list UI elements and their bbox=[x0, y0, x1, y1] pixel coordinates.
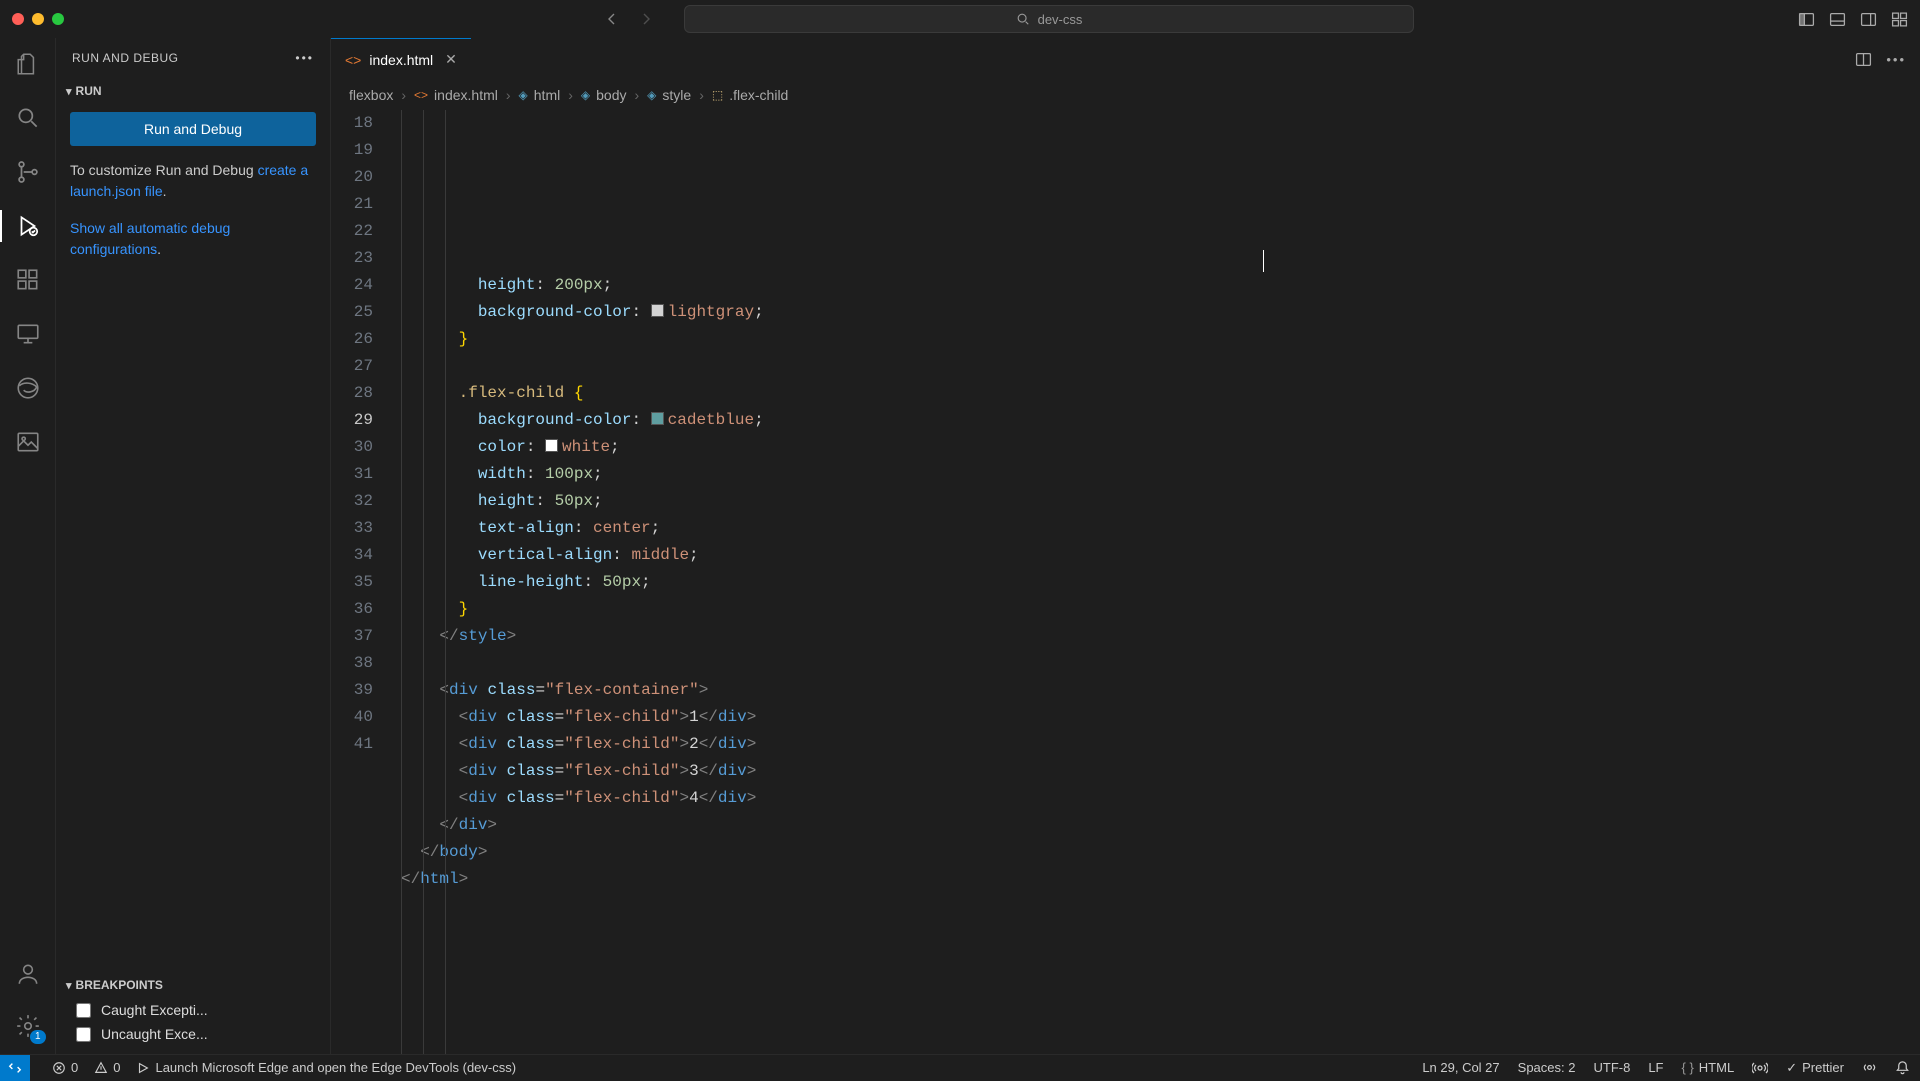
image-icon[interactable] bbox=[8, 426, 48, 458]
eol[interactable]: LF bbox=[1648, 1060, 1663, 1075]
close-window-button[interactable] bbox=[12, 13, 24, 25]
titlebar: dev-css bbox=[0, 0, 1920, 38]
status-bar: 0 0 Launch Microsoft Edge and open the E… bbox=[0, 1054, 1920, 1080]
remote-indicator[interactable] bbox=[0, 1055, 30, 1081]
sidebar-title: RUN AND DEBUG bbox=[72, 51, 179, 65]
chevron-down-icon: ▾ bbox=[66, 85, 72, 98]
show-configs-link[interactable]: Show all automatic debug configurations bbox=[70, 220, 230, 257]
maximize-window-button[interactable] bbox=[52, 13, 64, 25]
customize-text: To customize Run and Debug create a laun… bbox=[56, 160, 330, 202]
close-tab-icon[interactable]: ✕ bbox=[445, 51, 457, 68]
edge-tools-icon[interactable] bbox=[8, 372, 48, 404]
crumb-style[interactable]: ◈style bbox=[647, 87, 691, 103]
customize-layout-icon[interactable] bbox=[1891, 11, 1908, 28]
forward-icon[interactable] bbox=[638, 11, 654, 27]
customize-prefix: To customize Run and Debug bbox=[70, 162, 258, 178]
indentation[interactable]: Spaces: 2 bbox=[1518, 1060, 1576, 1075]
cursor-position[interactable]: Ln 29, Col 27 bbox=[1422, 1060, 1499, 1075]
search-icon[interactable] bbox=[8, 102, 48, 134]
chevron-right-icon: › bbox=[699, 87, 704, 103]
encoding[interactable]: UTF-8 bbox=[1593, 1060, 1630, 1075]
sidebar: RUN AND DEBUG ••• ▾ RUN Run and Debug To… bbox=[56, 38, 331, 1054]
chevron-right-icon: › bbox=[568, 87, 573, 103]
remote-explorer-icon[interactable] bbox=[8, 318, 48, 350]
more-actions-icon[interactable]: ••• bbox=[1886, 52, 1906, 67]
breakpoint-uncaught[interactable]: Uncaught Exce... bbox=[56, 1022, 330, 1046]
run-section-label: RUN bbox=[76, 84, 102, 98]
language-mode[interactable]: { }HTML bbox=[1682, 1060, 1735, 1075]
search-text: dev-css bbox=[1038, 12, 1083, 27]
crumb-body[interactable]: ◈body bbox=[581, 87, 627, 103]
run-debug-icon[interactable] bbox=[8, 210, 48, 242]
crumb-file[interactable]: <>index.html bbox=[414, 87, 498, 103]
breakpoint-uncaught-label: Uncaught Exce... bbox=[101, 1026, 208, 1042]
command-center-search[interactable]: dev-css bbox=[684, 5, 1414, 33]
html-file-icon: <> bbox=[345, 52, 361, 68]
notifications-icon[interactable] bbox=[1895, 1060, 1910, 1075]
line-number-gutter: 1819202122232425262728293031323334353637… bbox=[331, 110, 401, 1054]
chevron-right-icon: › bbox=[506, 87, 511, 103]
code-content[interactable]: height: 200px; background-color: lightgr… bbox=[401, 110, 1920, 1054]
minimize-window-button[interactable] bbox=[32, 13, 44, 25]
settings-gear-icon[interactable]: 1 bbox=[8, 1010, 48, 1042]
prettier-status[interactable]: ✓Prettier bbox=[1786, 1060, 1844, 1076]
split-editor-icon[interactable] bbox=[1855, 51, 1872, 68]
feedback-icon[interactable] bbox=[1862, 1060, 1877, 1075]
editor-area: <> index.html ✕ ••• flexbox › <>index.ht… bbox=[331, 38, 1920, 1054]
accounts-icon[interactable] bbox=[8, 958, 48, 990]
chevron-right-icon: › bbox=[634, 87, 639, 103]
crumb-html[interactable]: ◈html bbox=[519, 87, 561, 103]
errors-count[interactable]: 0 bbox=[52, 1060, 78, 1075]
show-configs-text: Show all automatic debug configurations. bbox=[56, 218, 330, 260]
tabs-row: <> index.html ✕ ••• bbox=[331, 38, 1920, 80]
breakpoint-caught[interactable]: Caught Excepti... bbox=[56, 998, 330, 1022]
toggle-panel-icon[interactable] bbox=[1829, 11, 1846, 28]
go-live-icon[interactable] bbox=[1752, 1060, 1768, 1076]
breakpoint-caught-checkbox[interactable] bbox=[76, 1003, 91, 1018]
breakpoints-label: BREAKPOINTS bbox=[76, 978, 163, 992]
debug-target[interactable]: Launch Microsoft Edge and open the Edge … bbox=[136, 1060, 516, 1075]
run-and-debug-button[interactable]: Run and Debug bbox=[70, 112, 316, 146]
code-editor[interactable]: 1819202122232425262728293031323334353637… bbox=[331, 110, 1920, 1054]
breakpoint-caught-label: Caught Excepti... bbox=[101, 1002, 208, 1018]
back-icon[interactable] bbox=[604, 11, 620, 27]
toggle-primary-sidebar-icon[interactable] bbox=[1798, 11, 1815, 28]
breakpoints-section: ▾ BREAKPOINTS Caught Excepti... Uncaught… bbox=[56, 972, 330, 1054]
nav-arrows bbox=[604, 11, 654, 27]
breakpoint-uncaught-checkbox[interactable] bbox=[76, 1027, 91, 1042]
warnings-count[interactable]: 0 bbox=[94, 1060, 120, 1075]
editor-actions: ••• bbox=[1855, 38, 1920, 80]
activity-bar: 1 bbox=[0, 38, 56, 1054]
show-suffix: . bbox=[157, 241, 161, 257]
chevron-right-icon: › bbox=[401, 87, 406, 103]
window-controls bbox=[12, 13, 64, 25]
crumb-folder[interactable]: flexbox bbox=[349, 87, 393, 103]
crumb-selector[interactable]: ⬚.flex-child bbox=[712, 87, 788, 103]
search-icon bbox=[1016, 12, 1030, 26]
explorer-icon[interactable] bbox=[8, 48, 48, 80]
tab-index-html[interactable]: <> index.html ✕ bbox=[331, 38, 471, 80]
run-section-header[interactable]: ▾ RUN bbox=[56, 78, 330, 104]
layout-controls bbox=[1798, 11, 1908, 28]
tab-label: index.html bbox=[369, 52, 433, 68]
chevron-down-icon: ▾ bbox=[66, 979, 72, 992]
breadcrumbs[interactable]: flexbox › <>index.html › ◈html › ◈body ›… bbox=[331, 80, 1920, 110]
sidebar-header: RUN AND DEBUG ••• bbox=[56, 38, 330, 78]
text-cursor bbox=[1263, 250, 1264, 272]
source-control-icon[interactable] bbox=[8, 156, 48, 188]
more-icon[interactable]: ••• bbox=[295, 51, 314, 65]
customize-suffix: . bbox=[163, 183, 167, 199]
breakpoints-header[interactable]: ▾ BREAKPOINTS bbox=[56, 972, 330, 998]
toggle-secondary-sidebar-icon[interactable] bbox=[1860, 11, 1877, 28]
extensions-icon[interactable] bbox=[8, 264, 48, 296]
settings-badge: 1 bbox=[30, 1030, 46, 1044]
